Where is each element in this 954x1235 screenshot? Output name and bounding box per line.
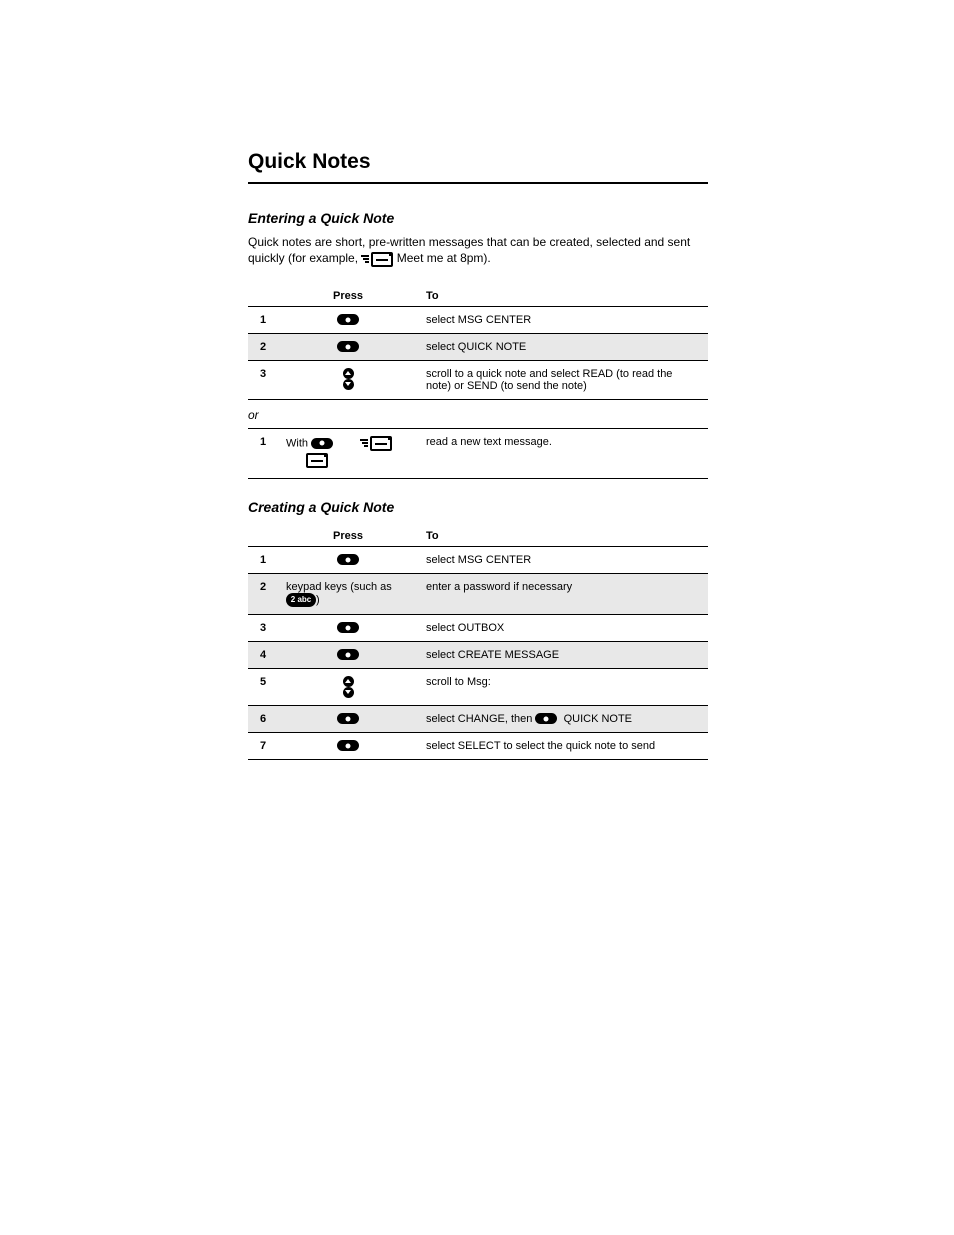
- or-table: 1 With flashing, press read a new text m…: [248, 428, 708, 479]
- col-press: Press: [278, 523, 418, 547]
- subheading-entering: Entering a Quick Note: [248, 210, 708, 226]
- menu-key: READ: [583, 368, 617, 380]
- menu-key: QUICK NOTE: [564, 713, 632, 725]
- message-icon: [361, 252, 393, 267]
- message-icon: [360, 436, 392, 451]
- steps-table-2: Press To 1 select MSG CENTER 2 keypad ke…: [248, 523, 708, 760]
- ok-button-icon: [337, 649, 359, 660]
- ok-button-icon: [311, 438, 333, 449]
- ok-button-icon: [337, 314, 359, 325]
- section-label: Messages: [100, 155, 215, 183]
- or-label: or: [248, 408, 708, 422]
- subheading-creating: Creating a Quick Note: [248, 499, 708, 515]
- menu-key: CREATE MESSAGE: [458, 649, 559, 661]
- table-row: 1 With flashing, press read a new text m…: [248, 428, 708, 478]
- col-to: To: [418, 523, 708, 547]
- updown-icon: [343, 676, 354, 698]
- ok-button-icon: [337, 554, 359, 565]
- col-to: To: [418, 283, 708, 307]
- page-content: Quick Notes Entering a Quick Note Quick …: [248, 150, 708, 780]
- keypad-2-icon: 2 abc: [286, 593, 316, 607]
- table-row: 7 select SELECT to select the quick note…: [248, 732, 708, 759]
- ok-button-icon: [337, 740, 359, 751]
- intro-text-after: Meet me at 8pm).: [397, 251, 491, 265]
- updown-icon: [343, 368, 354, 390]
- table-row: 5 scroll up or down scroll to Msg:: [248, 668, 708, 705]
- col-press: Press: [278, 283, 418, 307]
- menu-key: SELECT: [458, 740, 501, 752]
- table-row: 3 scroll to a quick note and select READ…: [248, 360, 708, 399]
- ok-button-icon: [535, 713, 557, 724]
- ok-button-icon: [337, 713, 359, 724]
- table-row: 2 keypad keys (such as ) keypad keys (su…: [248, 573, 708, 614]
- table-row: 4 select CREATE MESSAGE: [248, 641, 708, 668]
- menu-key: QUICK NOTE: [458, 341, 526, 353]
- title-rule: [248, 182, 708, 184]
- table-row: 1 select MSG CENTER: [248, 306, 708, 333]
- table-row: 2 select QUICK NOTE: [248, 333, 708, 360]
- menu-key: MSG CENTER: [458, 554, 531, 566]
- menu-key: MSG CENTER: [458, 314, 531, 326]
- steps-table-1: Press To 1 select MSG CENTER 2 select QU…: [248, 283, 708, 400]
- message-box-icon: [306, 453, 328, 468]
- ok-button-icon: [337, 622, 359, 633]
- page-number: 61: [681, 155, 708, 183]
- menu-key: OUTBOX: [458, 622, 504, 634]
- table-row: 1 select MSG CENTER: [248, 546, 708, 573]
- table-row: 3 select OUTBOX: [248, 614, 708, 641]
- menu-key: CHANGE: [458, 713, 505, 725]
- page-title: Quick Notes: [248, 150, 708, 174]
- ok-button-icon: [337, 341, 359, 352]
- table-row: 6 select CHANGE, then QUICK NOTE: [248, 705, 708, 732]
- intro-paragraph: Quick notes are short, pre-written messa…: [248, 234, 708, 267]
